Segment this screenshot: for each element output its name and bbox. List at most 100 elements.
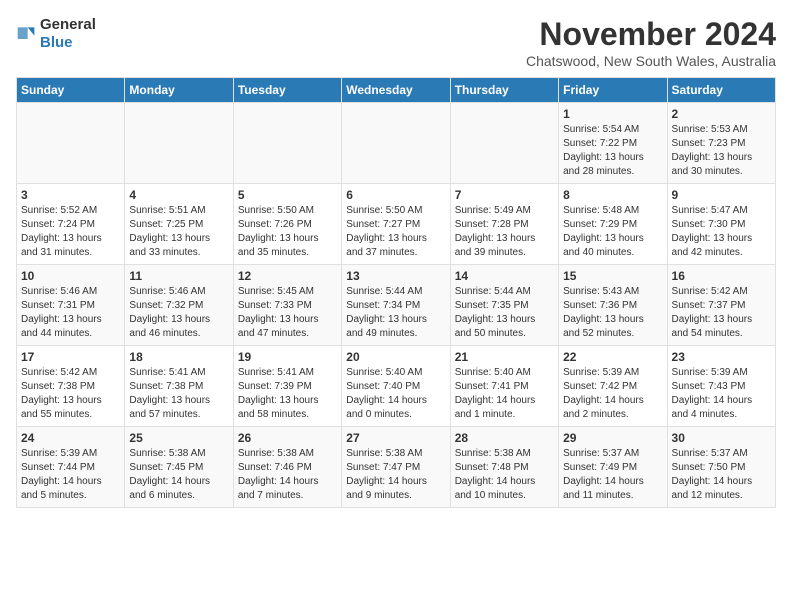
- location-title: Chatswood, New South Wales, Australia: [526, 53, 776, 69]
- calendar-cell: 23 Sunrise: 5:39 AM Sunset: 7:43 PM Dayli…: [667, 346, 775, 427]
- logo: General Blue: [16, 16, 96, 52]
- day-number: 1: [563, 107, 662, 121]
- day-info: Sunrise: 5:52 AM Sunset: 7:24 PM Dayligh…: [21, 204, 120, 260]
- day-number: 16: [672, 269, 771, 283]
- day-number: 29: [563, 431, 662, 445]
- day-info: Sunrise: 5:40 AM Sunset: 7:41 PM Dayligh…: [455, 366, 554, 422]
- calendar-table: SundayMondayTuesdayWednesdayThursdayFrid…: [16, 77, 776, 508]
- calendar-cell: 26 Sunrise: 5:38 AM Sunset: 7:46 PM Dayli…: [233, 427, 341, 508]
- day-number: 12: [238, 269, 337, 283]
- calendar-cell: 21 Sunrise: 5:40 AM Sunset: 7:41 PM Dayli…: [450, 346, 558, 427]
- calendar-cell: 25 Sunrise: 5:38 AM Sunset: 7:45 PM Dayli…: [125, 427, 233, 508]
- day-number: 20: [346, 350, 445, 364]
- day-info: Sunrise: 5:42 AM Sunset: 7:38 PM Dayligh…: [21, 366, 120, 422]
- calendar-cell: 30 Sunrise: 5:37 AM Sunset: 7:50 PM Dayli…: [667, 427, 775, 508]
- day-number: 6: [346, 188, 445, 202]
- calendar-cell: 5 Sunrise: 5:50 AM Sunset: 7:26 PM Daylig…: [233, 184, 341, 265]
- day-info: Sunrise: 5:45 AM Sunset: 7:33 PM Dayligh…: [238, 285, 337, 341]
- calendar-cell: 29 Sunrise: 5:37 AM Sunset: 7:49 PM Dayli…: [559, 427, 667, 508]
- logo-icon: [16, 24, 36, 44]
- header-monday: Monday: [125, 78, 233, 103]
- day-number: 9: [672, 188, 771, 202]
- day-number: 8: [563, 188, 662, 202]
- calendar-cell: 16 Sunrise: 5:42 AM Sunset: 7:37 PM Dayli…: [667, 265, 775, 346]
- calendar-cell: 3 Sunrise: 5:52 AM Sunset: 7:24 PM Daylig…: [17, 184, 125, 265]
- calendar-cell: 1 Sunrise: 5:54 AM Sunset: 7:22 PM Daylig…: [559, 103, 667, 184]
- calendar-cell: [17, 103, 125, 184]
- header-friday: Friday: [559, 78, 667, 103]
- day-info: Sunrise: 5:41 AM Sunset: 7:38 PM Dayligh…: [129, 366, 228, 422]
- week-row-3: 10Sunrise: 5:46 AM Sunset: 7:31 PM Dayli…: [17, 265, 776, 346]
- week-row-4: 17 Sunrise: 5:42 AM Sunset: 7:38 PM Dayli…: [17, 346, 776, 427]
- calendar-cell: [125, 103, 233, 184]
- day-number: 28: [455, 431, 554, 445]
- day-info: Sunrise: 5:47 AM Sunset: 7:30 PM Dayligh…: [672, 204, 771, 260]
- day-info: Sunrise: 5:37 AM Sunset: 7:50 PM Dayligh…: [672, 447, 771, 503]
- week-row-5: 24Sunrise: 5:39 AM Sunset: 7:44 PM Dayli…: [17, 427, 776, 508]
- header-sunday: Sunday: [17, 78, 125, 103]
- day-number: 30: [672, 431, 771, 445]
- calendar-cell: 20 Sunrise: 5:40 AM Sunset: 7:40 PM Dayli…: [342, 346, 450, 427]
- calendar-cell: [342, 103, 450, 184]
- month-title: November 2024: [526, 16, 776, 53]
- day-number: 22: [563, 350, 662, 364]
- day-info: Sunrise: 5:38 AM Sunset: 7:46 PM Dayligh…: [238, 447, 337, 503]
- week-row-1: 1 Sunrise: 5:54 AM Sunset: 7:22 PM Daylig…: [17, 103, 776, 184]
- day-info: Sunrise: 5:43 AM Sunset: 7:36 PM Dayligh…: [563, 285, 662, 341]
- calendar-cell: 14 Sunrise: 5:44 AM Sunset: 7:35 PM Dayli…: [450, 265, 558, 346]
- calendar-cell: [233, 103, 341, 184]
- day-info: Sunrise: 5:40 AM Sunset: 7:40 PM Dayligh…: [346, 366, 445, 422]
- day-number: 21: [455, 350, 554, 364]
- day-number: 13: [346, 269, 445, 283]
- calendar-cell: 27Sunrise: 5:38 AM Sunset: 7:47 PM Dayli…: [342, 427, 450, 508]
- header-wednesday: Wednesday: [342, 78, 450, 103]
- day-info: Sunrise: 5:44 AM Sunset: 7:34 PM Dayligh…: [346, 285, 445, 341]
- calendar-cell: [450, 103, 558, 184]
- day-number: 26: [238, 431, 337, 445]
- calendar-cell: 13 Sunrise: 5:44 AM Sunset: 7:34 PM Dayli…: [342, 265, 450, 346]
- day-info: Sunrise: 5:41 AM Sunset: 7:39 PM Dayligh…: [238, 366, 337, 422]
- day-info: Sunrise: 5:54 AM Sunset: 7:22 PM Dayligh…: [563, 123, 662, 179]
- day-number: 7: [455, 188, 554, 202]
- day-info: Sunrise: 5:44 AM Sunset: 7:35 PM Dayligh…: [455, 285, 554, 341]
- calendar-cell: 4Sunrise: 5:51 AM Sunset: 7:25 PM Daylig…: [125, 184, 233, 265]
- logo-blue: Blue: [40, 34, 73, 51]
- week-row-2: 3 Sunrise: 5:52 AM Sunset: 7:24 PM Daylig…: [17, 184, 776, 265]
- day-number: 19: [238, 350, 337, 364]
- day-info: Sunrise: 5:38 AM Sunset: 7:45 PM Dayligh…: [129, 447, 228, 503]
- day-info: Sunrise: 5:39 AM Sunset: 7:42 PM Dayligh…: [563, 366, 662, 422]
- day-info: Sunrise: 5:37 AM Sunset: 7:49 PM Dayligh…: [563, 447, 662, 503]
- calendar-cell: 10Sunrise: 5:46 AM Sunset: 7:31 PM Dayli…: [17, 265, 125, 346]
- day-number: 5: [238, 188, 337, 202]
- calendar-cell: 18 Sunrise: 5:41 AM Sunset: 7:38 PM Dayli…: [125, 346, 233, 427]
- day-info: Sunrise: 5:39 AM Sunset: 7:43 PM Dayligh…: [672, 366, 771, 422]
- calendar-cell: 11Sunrise: 5:46 AM Sunset: 7:32 PM Dayli…: [125, 265, 233, 346]
- day-number: 17: [21, 350, 120, 364]
- day-info: Sunrise: 5:51 AM Sunset: 7:25 PM Dayligh…: [129, 204, 228, 260]
- calendar-cell: 17 Sunrise: 5:42 AM Sunset: 7:38 PM Dayli…: [17, 346, 125, 427]
- day-number: 10: [21, 269, 120, 283]
- logo-text: General Blue: [40, 16, 96, 52]
- day-number: 24: [21, 431, 120, 445]
- calendar-cell: 19 Sunrise: 5:41 AM Sunset: 7:39 PM Dayli…: [233, 346, 341, 427]
- calendar-cell: 6 Sunrise: 5:50 AM Sunset: 7:27 PM Daylig…: [342, 184, 450, 265]
- day-number: 3: [21, 188, 120, 202]
- header-tuesday: Tuesday: [233, 78, 341, 103]
- calendar-cell: 28 Sunrise: 5:38 AM Sunset: 7:48 PM Dayli…: [450, 427, 558, 508]
- day-info: Sunrise: 5:50 AM Sunset: 7:27 PM Dayligh…: [346, 204, 445, 260]
- calendar-cell: 2Sunrise: 5:53 AM Sunset: 7:23 PM Daylig…: [667, 103, 775, 184]
- day-number: 25: [129, 431, 228, 445]
- day-info: Sunrise: 5:42 AM Sunset: 7:37 PM Dayligh…: [672, 285, 771, 341]
- day-number: 18: [129, 350, 228, 364]
- day-info: Sunrise: 5:49 AM Sunset: 7:28 PM Dayligh…: [455, 204, 554, 260]
- day-info: Sunrise: 5:50 AM Sunset: 7:26 PM Dayligh…: [238, 204, 337, 260]
- calendar-cell: 9 Sunrise: 5:47 AM Sunset: 7:30 PM Daylig…: [667, 184, 775, 265]
- header-row: SundayMondayTuesdayWednesdayThursdayFrid…: [17, 78, 776, 103]
- day-number: 23: [672, 350, 771, 364]
- day-info: Sunrise: 5:38 AM Sunset: 7:48 PM Dayligh…: [455, 447, 554, 503]
- day-info: Sunrise: 5:53 AM Sunset: 7:23 PM Dayligh…: [672, 123, 771, 179]
- day-number: 14: [455, 269, 554, 283]
- header-thursday: Thursday: [450, 78, 558, 103]
- calendar-cell: 24Sunrise: 5:39 AM Sunset: 7:44 PM Dayli…: [17, 427, 125, 508]
- calendar-cell: 22 Sunrise: 5:39 AM Sunset: 7:42 PM Dayli…: [559, 346, 667, 427]
